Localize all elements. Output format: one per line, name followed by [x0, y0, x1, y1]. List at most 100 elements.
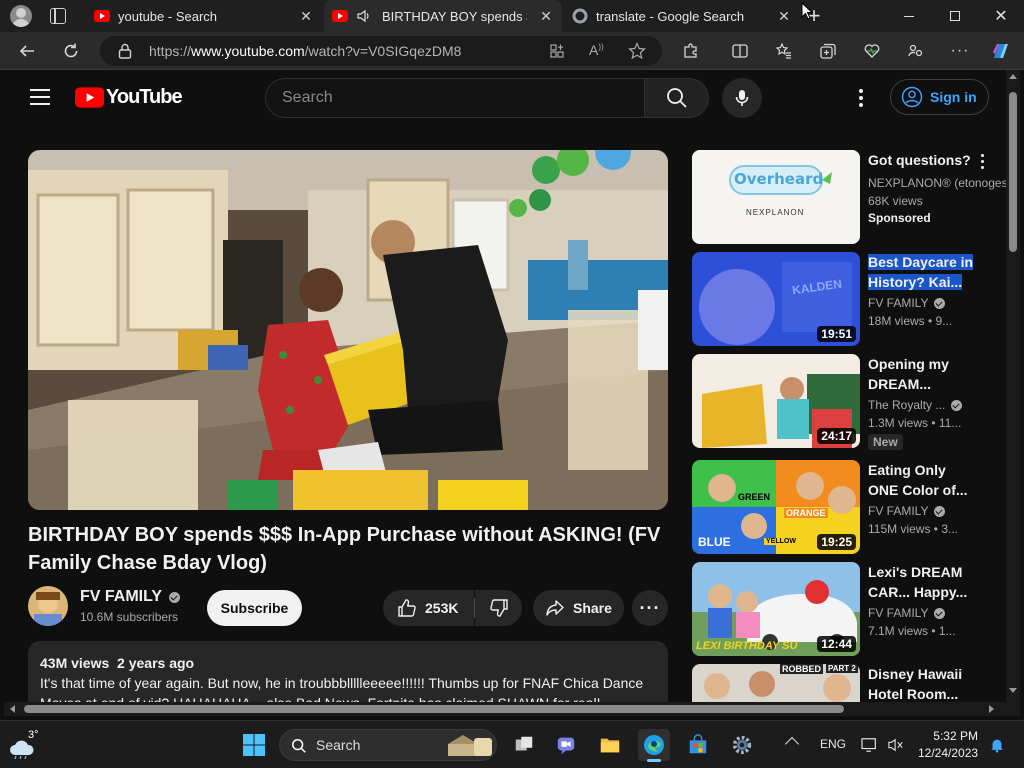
- microsoft-store-button[interactable]: [682, 729, 714, 761]
- like-button[interactable]: 253K: [383, 590, 474, 626]
- related-video-item[interactable]: GREEN ORANGE BLUE YELLOW 19:25 Eating On…: [692, 460, 1002, 554]
- video-frame-image: [28, 150, 668, 510]
- scroll-left-arrow-icon[interactable]: [10, 705, 15, 713]
- display-icon[interactable]: [861, 737, 879, 753]
- related-title: Disney Hawaii Hotel Room...: [868, 666, 963, 702]
- horizontal-scrollbar[interactable]: [4, 702, 1020, 716]
- collections-icon: [820, 43, 836, 59]
- share-button[interactable]: Share: [533, 590, 624, 626]
- weather-widget[interactable]: 3°: [8, 729, 48, 761]
- back-button[interactable]: [14, 38, 40, 64]
- verified-badge-icon: [951, 399, 963, 411]
- related-video-item[interactable]: Overheard NEXPLANON Got questions? NEXPL…: [692, 150, 1006, 244]
- video-player[interactable]: [28, 150, 668, 510]
- taskbar-search-box[interactable]: Search: [279, 729, 497, 761]
- notification-bell-icon[interactable]: [989, 737, 1005, 753]
- browser-essentials-button[interactable]: [859, 38, 885, 64]
- sign-in-button[interactable]: Sign in: [890, 79, 989, 115]
- related-title: Got questions?: [868, 152, 971, 168]
- volume-muted-icon[interactable]: [887, 737, 905, 753]
- search-button[interactable]: [645, 78, 709, 118]
- microphone-icon: [735, 90, 749, 106]
- search-highlight-image: [448, 735, 492, 756]
- voice-search-button[interactable]: [722, 78, 762, 118]
- tab-close-icon[interactable]: ✕: [776, 8, 792, 24]
- tab-close-icon[interactable]: ✕: [538, 8, 554, 24]
- app-available-icon[interactable]: [549, 43, 565, 59]
- subscribe-button[interactable]: Subscribe: [207, 590, 302, 626]
- split-screen-button[interactable]: [727, 38, 753, 64]
- edge-taskbar-button[interactable]: [638, 729, 670, 762]
- more-actions-button[interactable]: ···: [632, 590, 668, 626]
- channel-avatar[interactable]: [28, 586, 68, 626]
- related-video-item[interactable]: 24:17 Opening my DREAM... The Royalty ..…: [692, 354, 1002, 450]
- related-more-options-icon[interactable]: [981, 154, 985, 170]
- settings-more-button[interactable]: ···: [947, 38, 973, 64]
- related-thumbnail[interactable]: 24:17: [692, 354, 860, 448]
- read-aloud-icon[interactable]: A)): [589, 42, 604, 58]
- teams-chat-button[interactable]: [550, 729, 582, 761]
- related-thumbnail[interactable]: KALDEN 19:51: [692, 252, 860, 346]
- tab-actions-icon[interactable]: [50, 8, 66, 24]
- puzzle-icon: [684, 43, 697, 58]
- related-video-item[interactable]: ROBBED PART 2 Disney Hawaii Hotel Room..…: [692, 664, 1002, 702]
- collections-button[interactable]: [815, 38, 841, 64]
- clock[interactable]: 5:32 PM 12/24/2023: [918, 728, 978, 762]
- start-button[interactable]: [238, 729, 270, 761]
- related-thumbnail[interactable]: LEXI BIRTHDAY SU 12:44: [692, 562, 860, 656]
- vertical-scroll-thumb[interactable]: [1009, 92, 1017, 252]
- language-indicator[interactable]: ENG: [820, 737, 846, 751]
- tab-birthday-boy[interactable]: BIRTHDAY BOY spends $$$ ✕: [324, 0, 562, 32]
- share-arrow-icon: [546, 600, 564, 616]
- search-input[interactable]: Search: [265, 78, 645, 118]
- related-meta: 68K views: [868, 194, 923, 208]
- search-placeholder: Search: [282, 89, 333, 106]
- minimize-button[interactable]: [886, 0, 932, 32]
- related-video-item[interactable]: LEXI BIRTHDAY SU 12:44 Lexi's DREAM CAR.…: [692, 562, 1002, 656]
- file-explorer-button[interactable]: [594, 729, 626, 761]
- scroll-up-arrow-icon[interactable]: [1009, 74, 1017, 79]
- thumbnail-text: Overheard: [734, 170, 824, 188]
- hamburger-menu-button[interactable]: [30, 89, 50, 105]
- related-channel: NEXPLANON® (etonogestrel: [868, 176, 1006, 190]
- scroll-right-arrow-icon[interactable]: [989, 705, 994, 713]
- speaker-icon[interactable]: [356, 8, 372, 24]
- vertical-scrollbar[interactable]: [1006, 70, 1020, 702]
- related-thumbnail[interactable]: Overheard NEXPLANON: [692, 150, 860, 244]
- more-options-icon[interactable]: [859, 89, 863, 107]
- gear-icon: [732, 735, 752, 755]
- channel-name[interactable]: FV FAMILY: [80, 588, 181, 606]
- close-window-button[interactable]: ✕: [978, 0, 1024, 32]
- tab-close-icon[interactable]: ✕: [298, 8, 314, 24]
- extensions-button[interactable]: [678, 38, 704, 64]
- related-title: Lexi's DREAM CAR... Happy...: [868, 564, 968, 600]
- tab-youtube-search[interactable]: youtube - Search ✕: [86, 0, 322, 32]
- scroll-down-arrow-icon[interactable]: [1009, 688, 1017, 693]
- search-icon: [292, 739, 306, 753]
- show-hidden-icons-chevron-up-icon[interactable]: [784, 736, 800, 752]
- settings-taskbar-button[interactable]: [726, 729, 758, 761]
- sign-in-label: Sign in: [930, 89, 977, 105]
- dislike-button[interactable]: [475, 590, 522, 626]
- tab-translate[interactable]: translate - Google Search ✕: [564, 0, 800, 32]
- refresh-button[interactable]: [58, 38, 84, 64]
- address-bar[interactable]: https://www.youtube.com/watch?v=V0SIGqez…: [100, 36, 662, 66]
- youtube-logo[interactable]: YouTube: [75, 86, 183, 109]
- favorite-star-icon[interactable]: [628, 42, 646, 60]
- horizontal-scroll-thumb[interactable]: [24, 705, 844, 713]
- related-thumbnail[interactable]: ROBBED PART 2: [692, 664, 860, 702]
- related-meta: 1.3M views • 11...: [868, 416, 962, 430]
- task-view-button[interactable]: [508, 729, 540, 761]
- related-thumbnail[interactable]: GREEN ORANGE BLUE YELLOW 19:25: [692, 460, 860, 554]
- share-button[interactable]: [903, 38, 929, 64]
- thumbnail-image: [692, 150, 860, 244]
- thumbnail-subtext: NEXPLANON: [746, 208, 805, 217]
- description-box[interactable]: 43M views 2 years ago It's that time of …: [28, 641, 668, 702]
- related-channel: FV FAMILY: [868, 296, 946, 310]
- favorites-button[interactable]: [771, 38, 797, 64]
- copilot-icon: [993, 44, 1008, 58]
- copilot-button[interactable]: [988, 38, 1014, 64]
- restore-button[interactable]: [932, 0, 978, 32]
- profile-avatar[interactable]: [10, 5, 32, 27]
- related-video-item[interactable]: KALDEN 19:51 Best Daycare in History? Ka…: [692, 252, 1002, 346]
